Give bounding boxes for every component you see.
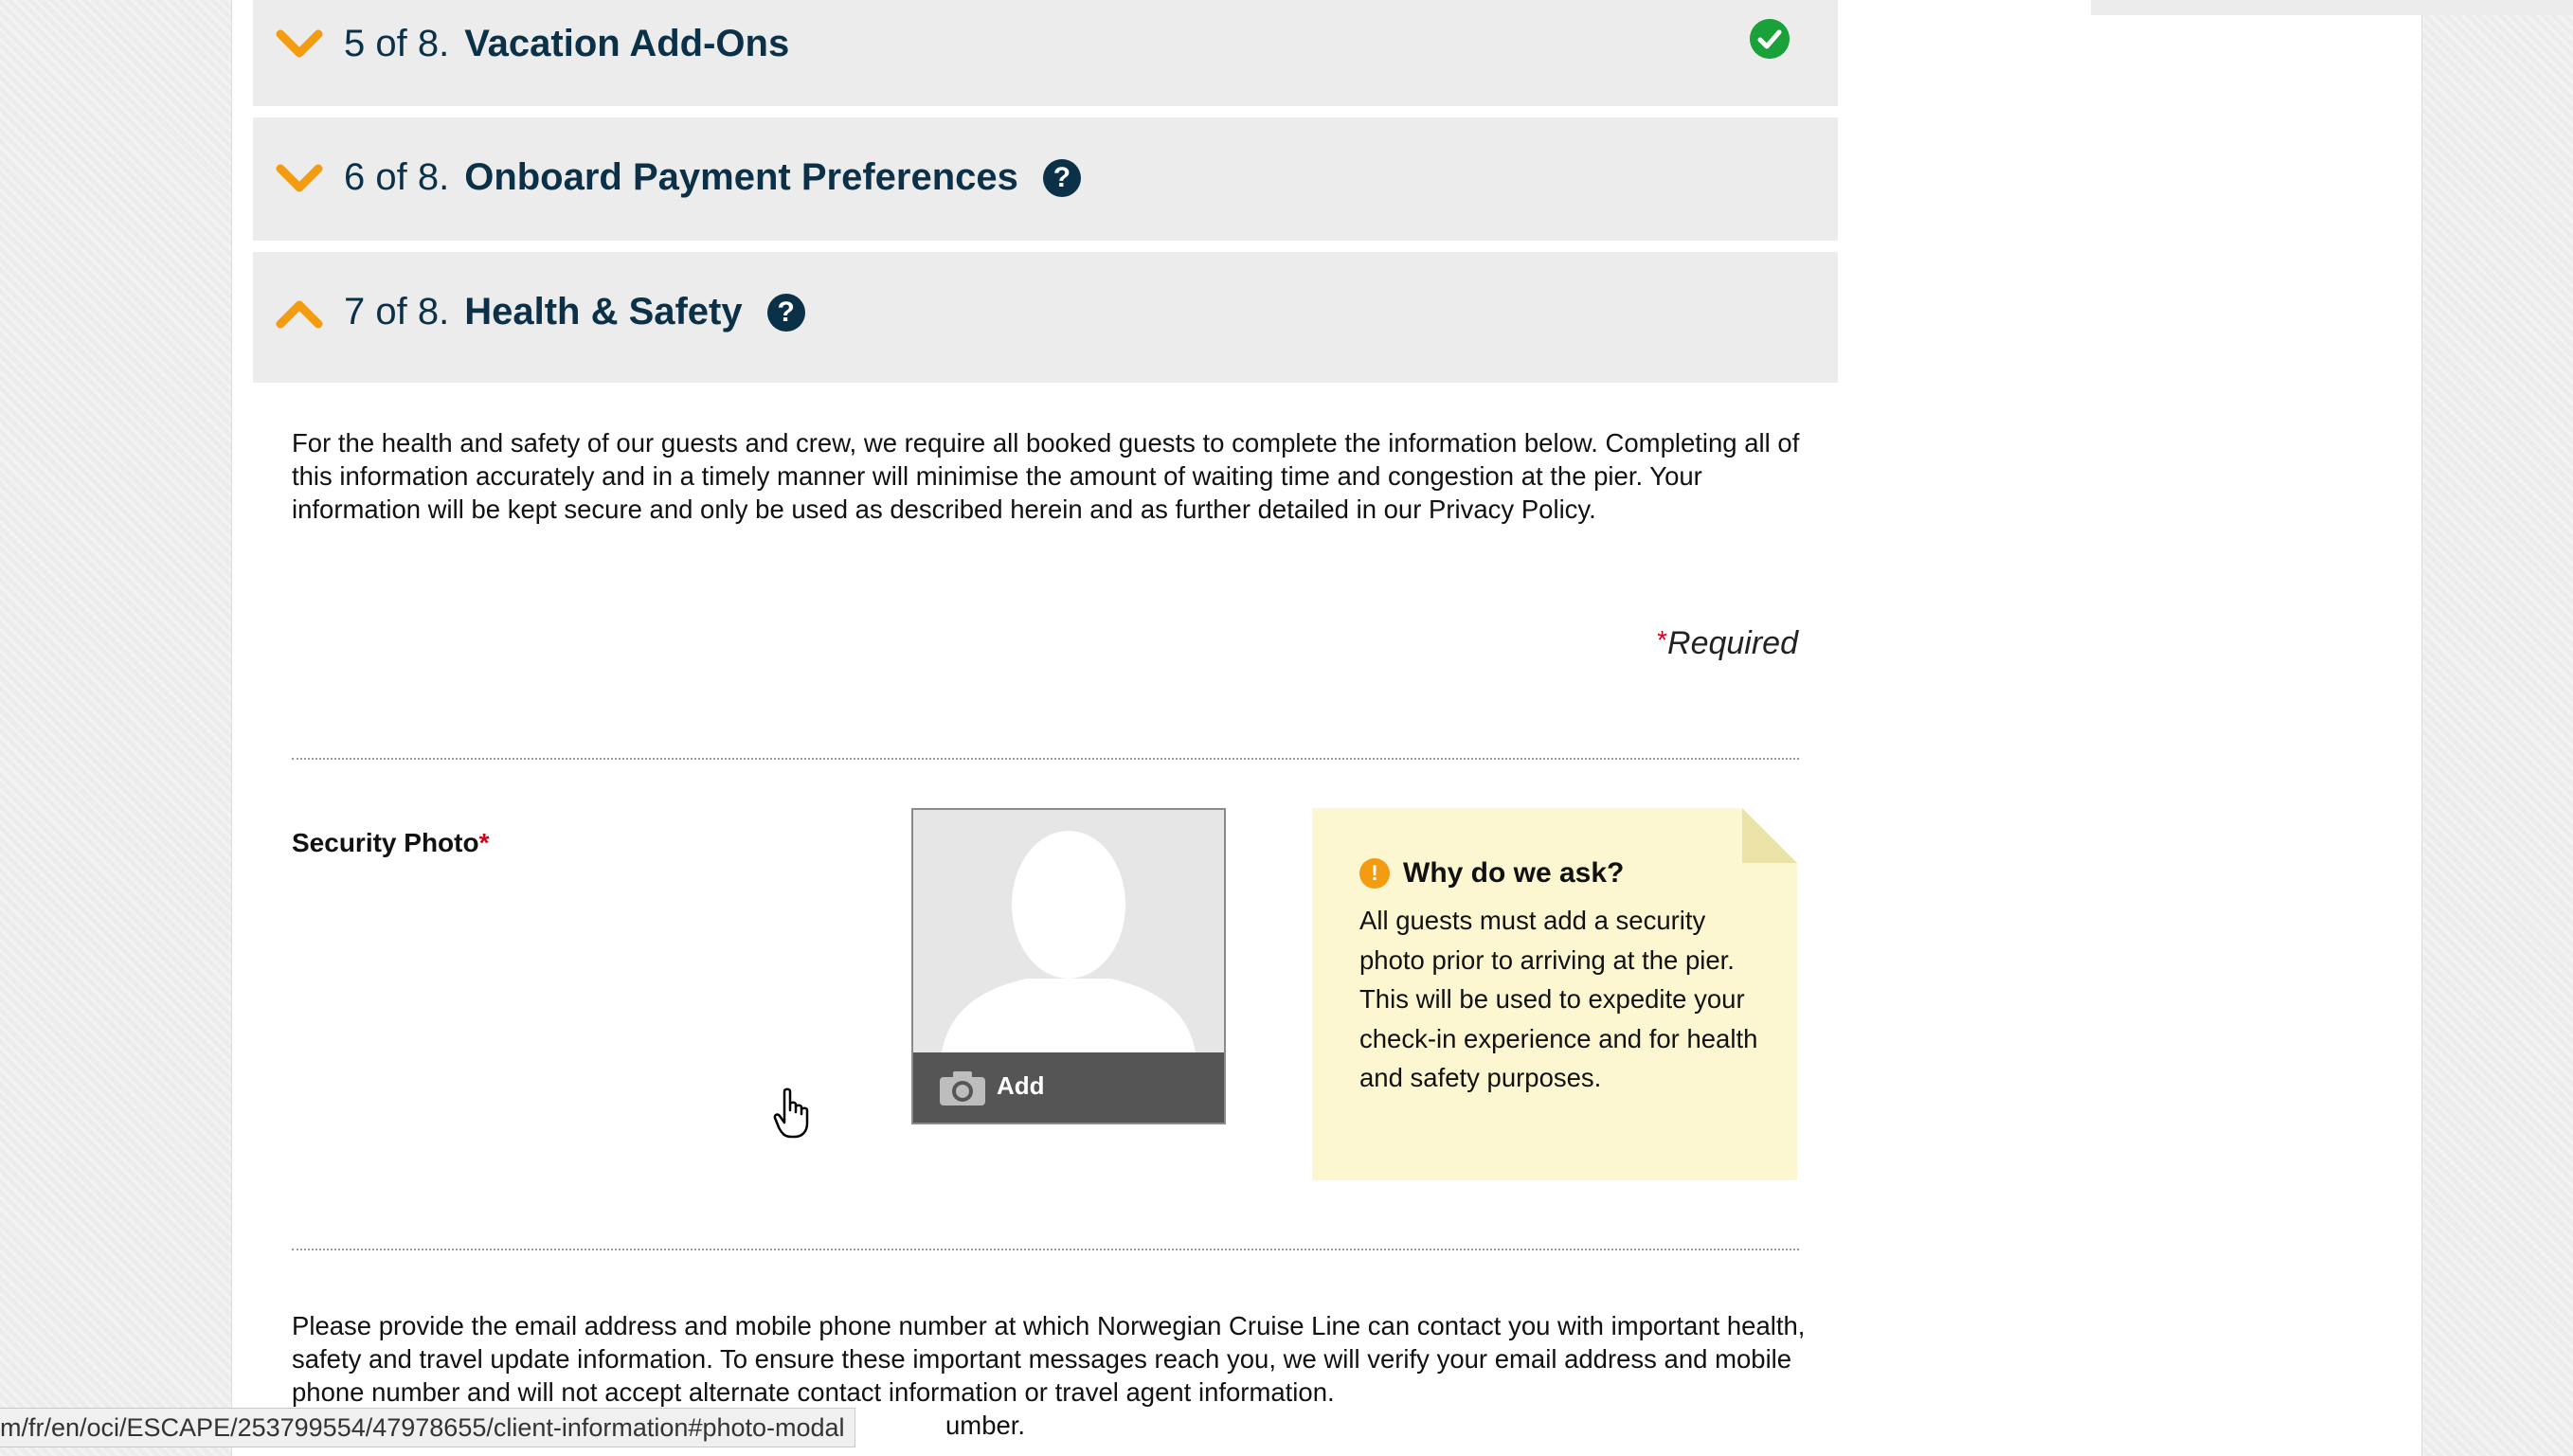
- divider: [292, 1249, 1799, 1250]
- step-title: Vacation Add-Ons: [464, 23, 790, 64]
- accordion-header-vacation-add-ons[interactable]: 5 of 8. Vacation Add-Ons: [253, 0, 1838, 106]
- add-photo-button[interactable]: Add: [913, 1052, 1224, 1123]
- divider: [292, 758, 1799, 760]
- contact-info-text-main: Please provide the email address and mob…: [292, 1311, 1806, 1407]
- security-photo-label-text: Security Photo: [292, 828, 479, 857]
- browser-status-url: m/fr/en/oci/ESCAPE/253799554/47978655/cl…: [0, 1408, 855, 1447]
- camera-icon: [940, 1071, 985, 1105]
- help-icon[interactable]: ?: [1042, 158, 1081, 197]
- why-title-text: Why do we ask?: [1403, 857, 1625, 889]
- avatar-placeholder-icon: [913, 810, 1224, 1052]
- required-asterisk: *: [1657, 625, 1668, 655]
- security-photo-upload[interactable]: Add: [911, 808, 1226, 1124]
- accordion-header-onboard-payment[interactable]: 6 of 8. Onboard Payment Preferences ?: [253, 117, 1838, 241]
- why-text: All guests must add a security photo pri…: [1359, 906, 1758, 1092]
- help-icon[interactable]: ?: [766, 293, 805, 332]
- why-title: ! Why do we ask?: [1359, 857, 1624, 890]
- step-number: 6 of 8.: [344, 156, 450, 198]
- step-number: 5 of 8.: [344, 23, 450, 64]
- required-note: *Required: [1657, 625, 1798, 662]
- sidebar-panel: [2091, 0, 2573, 15]
- health-safety-panel: For the health and safety of our guests …: [257, 383, 1834, 1456]
- accordion-title: 5 of 8. Vacation Add-Ons: [344, 23, 789, 65]
- intro-text: For the health and safety of our guests …: [292, 428, 1800, 524]
- info-icon: !: [1359, 858, 1390, 889]
- step-number: 7 of 8.: [344, 291, 450, 333]
- page-fold-decoration: [1742, 808, 1797, 863]
- accordion-header-health-safety[interactable]: 7 of 8. Health & Safety ?: [253, 252, 1838, 383]
- chevron-down-icon: [276, 29, 323, 58]
- required-asterisk: *: [478, 828, 490, 857]
- security-photo-label: Security Photo*: [292, 828, 490, 858]
- check-circle-icon: [1750, 19, 1790, 59]
- required-label: Required: [1667, 625, 1798, 661]
- chevron-down-icon: [276, 164, 323, 192]
- add-photo-label: Add: [997, 1071, 1045, 1100]
- step-title: Onboard Payment Preferences: [464, 156, 1018, 198]
- hand-cursor-icon: [773, 1088, 809, 1139]
- step-title: Health & Safety: [464, 291, 743, 333]
- accordion-title: 6 of 8. Onboard Payment Preferences ?: [344, 156, 1081, 199]
- accordion-title: 7 of 8. Health & Safety ?: [344, 291, 805, 333]
- why-do-we-ask-note: ! Why do we ask? All guests must add a s…: [1312, 808, 1797, 1180]
- chevron-up-icon: [276, 300, 323, 329]
